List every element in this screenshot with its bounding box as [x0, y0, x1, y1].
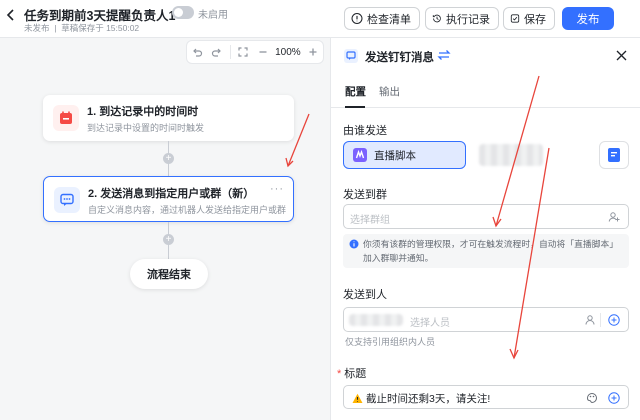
switch-node-icon[interactable] — [437, 48, 451, 62]
tab-config[interactable]: 配置 — [345, 84, 366, 99]
flow-canvas[interactable]: 100% 1. 到达记录中的时间时 到达记录中设置的时间时触发 + 2. 发送消… — [0, 38, 330, 420]
trigger-node-title: 1. 到达记录中的时间时 — [87, 106, 199, 118]
publish-status: 未发布 — [24, 23, 50, 33]
save-label: 保存 — [524, 13, 546, 26]
minus-icon — [259, 51, 267, 53]
group-label: 发送到群 — [343, 189, 387, 201]
input-divider — [600, 313, 601, 327]
permission-info-text: 你须有该群的管理权限，才可在触发流程时，自动将「直播脚本」加入群聊并通知。 — [363, 239, 619, 263]
person-icon[interactable] — [584, 314, 596, 326]
title-value-row: 截止时间还剩3天，请关注! — [352, 391, 490, 406]
sender-option-label: 直播脚本 — [374, 149, 416, 162]
warning-icon — [352, 393, 363, 404]
save-check-icon — [510, 14, 520, 23]
undo-icon — [193, 48, 203, 57]
panel-title: 发送钉钉消息 — [365, 52, 434, 64]
draft-saved-time: 草稿保存于 15:50:02 — [61, 23, 140, 33]
add-user-icon[interactable] — [608, 211, 620, 223]
calendar-icon — [53, 105, 79, 131]
trigger-node-desc: 到达记录中设置的时间时触发 — [87, 123, 205, 133]
permission-info-box: 你须有该群的管理权限，才可在触发流程时，自动将「直播脚本」加入群聊并通知。 — [343, 234, 629, 268]
panel-tabs: 配置 输出 — [331, 74, 640, 108]
chat-message-icon — [54, 187, 80, 213]
toggle-knob — [174, 8, 183, 17]
send-message-node[interactable]: 2. 发送消息到指定用户或群（新） 自定义消息内容，通过机器人发送给指定用户或群… — [43, 176, 294, 222]
add-step-button[interactable]: + — [163, 234, 174, 245]
person-label: 发送到人 — [343, 289, 387, 301]
checklist-button[interactable]: 检查清单 — [344, 7, 420, 30]
add-circle-icon[interactable] — [608, 392, 620, 404]
person-placeholder: 选择人员 — [410, 318, 450, 329]
send-message-node-title: 2. 发送消息到指定用户或群（新） — [88, 188, 255, 200]
zoom-divider — [229, 45, 231, 59]
redo-icon — [212, 48, 222, 57]
required-asterisk: * — [337, 368, 342, 380]
save-status: 未发布 | 草稿保存于 15:50:02 — [24, 22, 139, 34]
publish-button[interactable]: 发布 — [562, 7, 614, 30]
tab-output[interactable]: 输出 — [379, 84, 400, 99]
zoom-level: 100% — [275, 46, 301, 58]
close-icon[interactable] — [615, 49, 628, 62]
title-label: 标题 — [344, 368, 367, 380]
redo-button[interactable] — [207, 41, 227, 63]
send-message-node-desc: 自定义消息内容，通过机器人发送给指定用户或群 — [88, 205, 287, 215]
add-step-button[interactable]: + — [163, 153, 174, 164]
sender-label: 由谁发送 — [343, 125, 387, 137]
info-icon — [349, 239, 359, 249]
sender-option-selected[interactable]: 直播脚本 — [343, 141, 466, 169]
node-config-panel: 发送钉钉消息 配置 输出 由谁发送 直播脚本 发送到群 选择群组 你须有该群的管… — [330, 38, 640, 420]
active-tab-indicator — [345, 106, 365, 108]
variable-palette-icon[interactable] — [586, 392, 598, 404]
title-value: 截止时间还剩3天，请关注! — [366, 393, 491, 405]
zoom-out-button[interactable] — [253, 41, 273, 63]
enable-toggle[interactable] — [172, 6, 194, 19]
save-button[interactable]: 保存 — [503, 7, 555, 30]
more-options-icon[interactable]: ··· — [270, 183, 284, 195]
title-label-row: * 标题 — [337, 365, 366, 381]
group-placeholder: 选择群组 — [350, 215, 390, 226]
zoom-toolbar: 100% — [186, 40, 324, 64]
back-chevron-icon[interactable] — [4, 8, 18, 22]
fit-view-icon — [238, 47, 248, 57]
title-input[interactable]: 截止时间还剩3天，请关注! — [343, 385, 629, 409]
person-select-input[interactable]: 选择人员 — [343, 307, 629, 332]
blurred-person-tag — [349, 314, 403, 326]
panel-header: 发送钉钉消息 — [331, 38, 640, 74]
alert-circle-icon — [351, 13, 363, 24]
top-header: 任务到期前3天提醒负责人1 未发布 | 草稿保存于 15:50:02 未启用 检… — [0, 0, 640, 38]
add-circle-icon[interactable] — [608, 314, 620, 326]
blurred-sender-option[interactable] — [479, 144, 543, 166]
sender-option-doc[interactable] — [599, 141, 629, 169]
zoom-in-button[interactable] — [303, 41, 323, 63]
robot-app-icon — [353, 148, 367, 162]
plus-icon — [309, 48, 317, 56]
enable-toggle-label: 未启用 — [198, 10, 228, 21]
dingtalk-message-icon — [344, 49, 358, 63]
person-hint: 仅支持引用组织内人员 — [345, 337, 436, 347]
fit-view-button[interactable] — [233, 41, 253, 63]
execution-record-label: 执行记录 — [446, 13, 490, 26]
checklist-label: 检查清单 — [367, 13, 411, 26]
history-clock-icon — [432, 14, 441, 23]
status-divider: | — [51, 23, 59, 33]
undo-button[interactable] — [187, 41, 207, 63]
execution-record-button[interactable]: 执行记录 — [425, 7, 499, 30]
flow-end-node: 流程结束 — [130, 259, 208, 289]
trigger-node[interactable]: 1. 到达记录中的时间时 到达记录中设置的时间时触发 — [43, 95, 294, 141]
group-select-input[interactable]: 选择群组 — [343, 204, 629, 229]
document-app-icon — [608, 148, 620, 162]
